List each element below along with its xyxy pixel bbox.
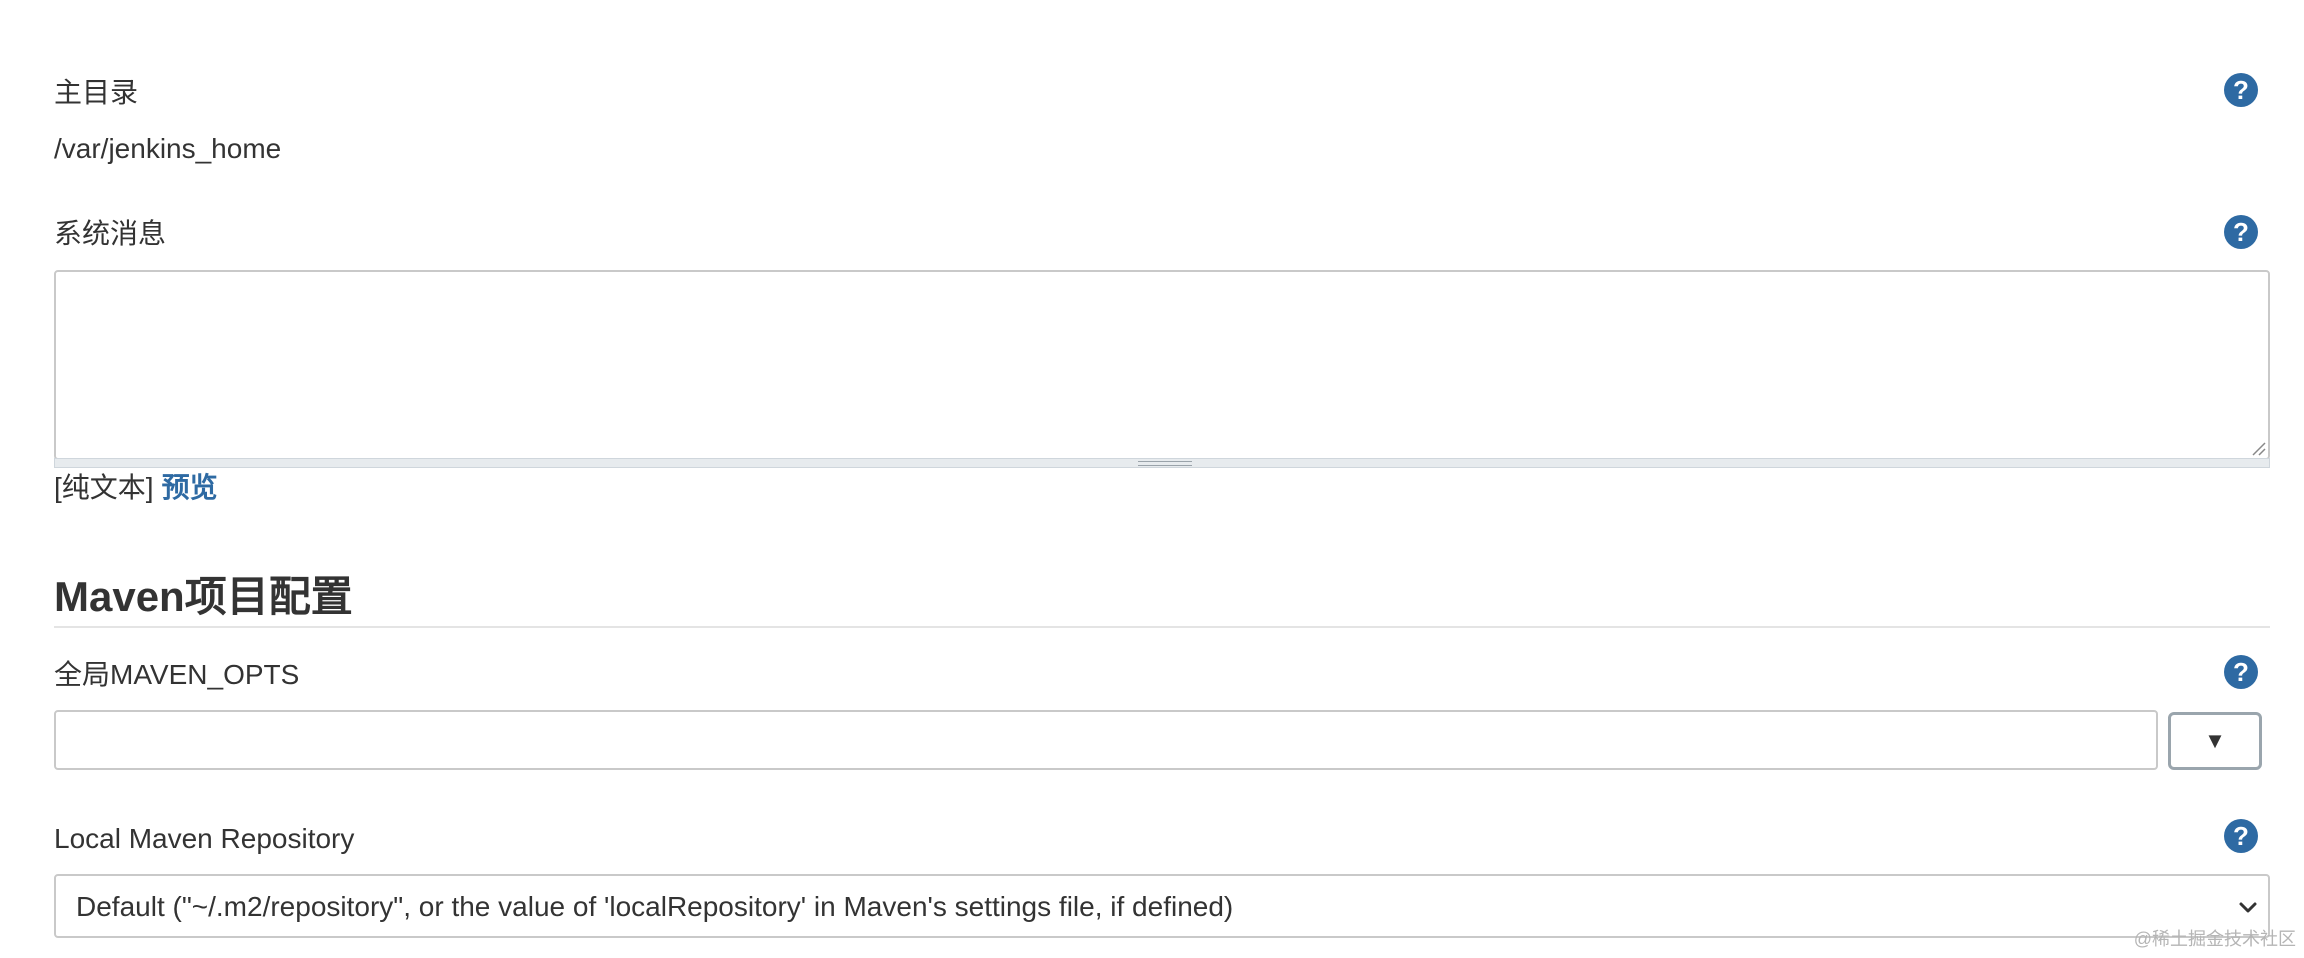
local-maven-repository-select[interactable]: Default ("~/.m2/repository", or the valu… xyxy=(54,874,2270,938)
chevron-down-icon xyxy=(2239,902,2257,913)
grip-lines-icon xyxy=(1138,461,1192,466)
section-divider xyxy=(54,626,2270,628)
system-message-help-icon[interactable]: ? xyxy=(2224,215,2258,249)
configure-system-page: 主目录 ? /var/jenkins_home 系统消息 ? [纯文本] 预览 M… xyxy=(0,0,2304,958)
global-maven-opts-label: 全局MAVEN_OPTS xyxy=(54,659,300,690)
markup-format-text: [纯文本] xyxy=(54,472,154,503)
local-maven-repository-label: Local Maven Repository xyxy=(54,823,355,854)
global-maven-opts-help-icon[interactable]: ? xyxy=(2224,655,2258,689)
system-message-field xyxy=(54,270,2270,468)
markup-formatter-line: [纯文本] 预览 xyxy=(54,474,218,502)
resize-grip-icon[interactable] xyxy=(2250,440,2266,456)
watermark: @稀土掘金技术社区 xyxy=(2133,929,2296,949)
textarea-resize-bar[interactable] xyxy=(54,458,2270,468)
home-directory-value: /var/jenkins_home xyxy=(54,133,282,164)
expand-textarea-button[interactable]: ▼ xyxy=(2168,712,2262,770)
maven-section-title: Maven项目配置 xyxy=(54,573,353,620)
home-directory-label: 主目录 xyxy=(54,77,139,108)
system-message-label: 系统消息 xyxy=(54,218,167,249)
global-maven-opts-input[interactable] xyxy=(54,710,2158,770)
system-message-textarea[interactable] xyxy=(54,270,2270,460)
local-maven-repository-help-icon[interactable]: ? xyxy=(2224,819,2258,853)
home-directory-help-icon[interactable]: ? xyxy=(2224,73,2258,107)
selected-option: Default ("~/.m2/repository", or the valu… xyxy=(76,891,1234,922)
preview-link[interactable]: 预览 xyxy=(162,472,218,503)
